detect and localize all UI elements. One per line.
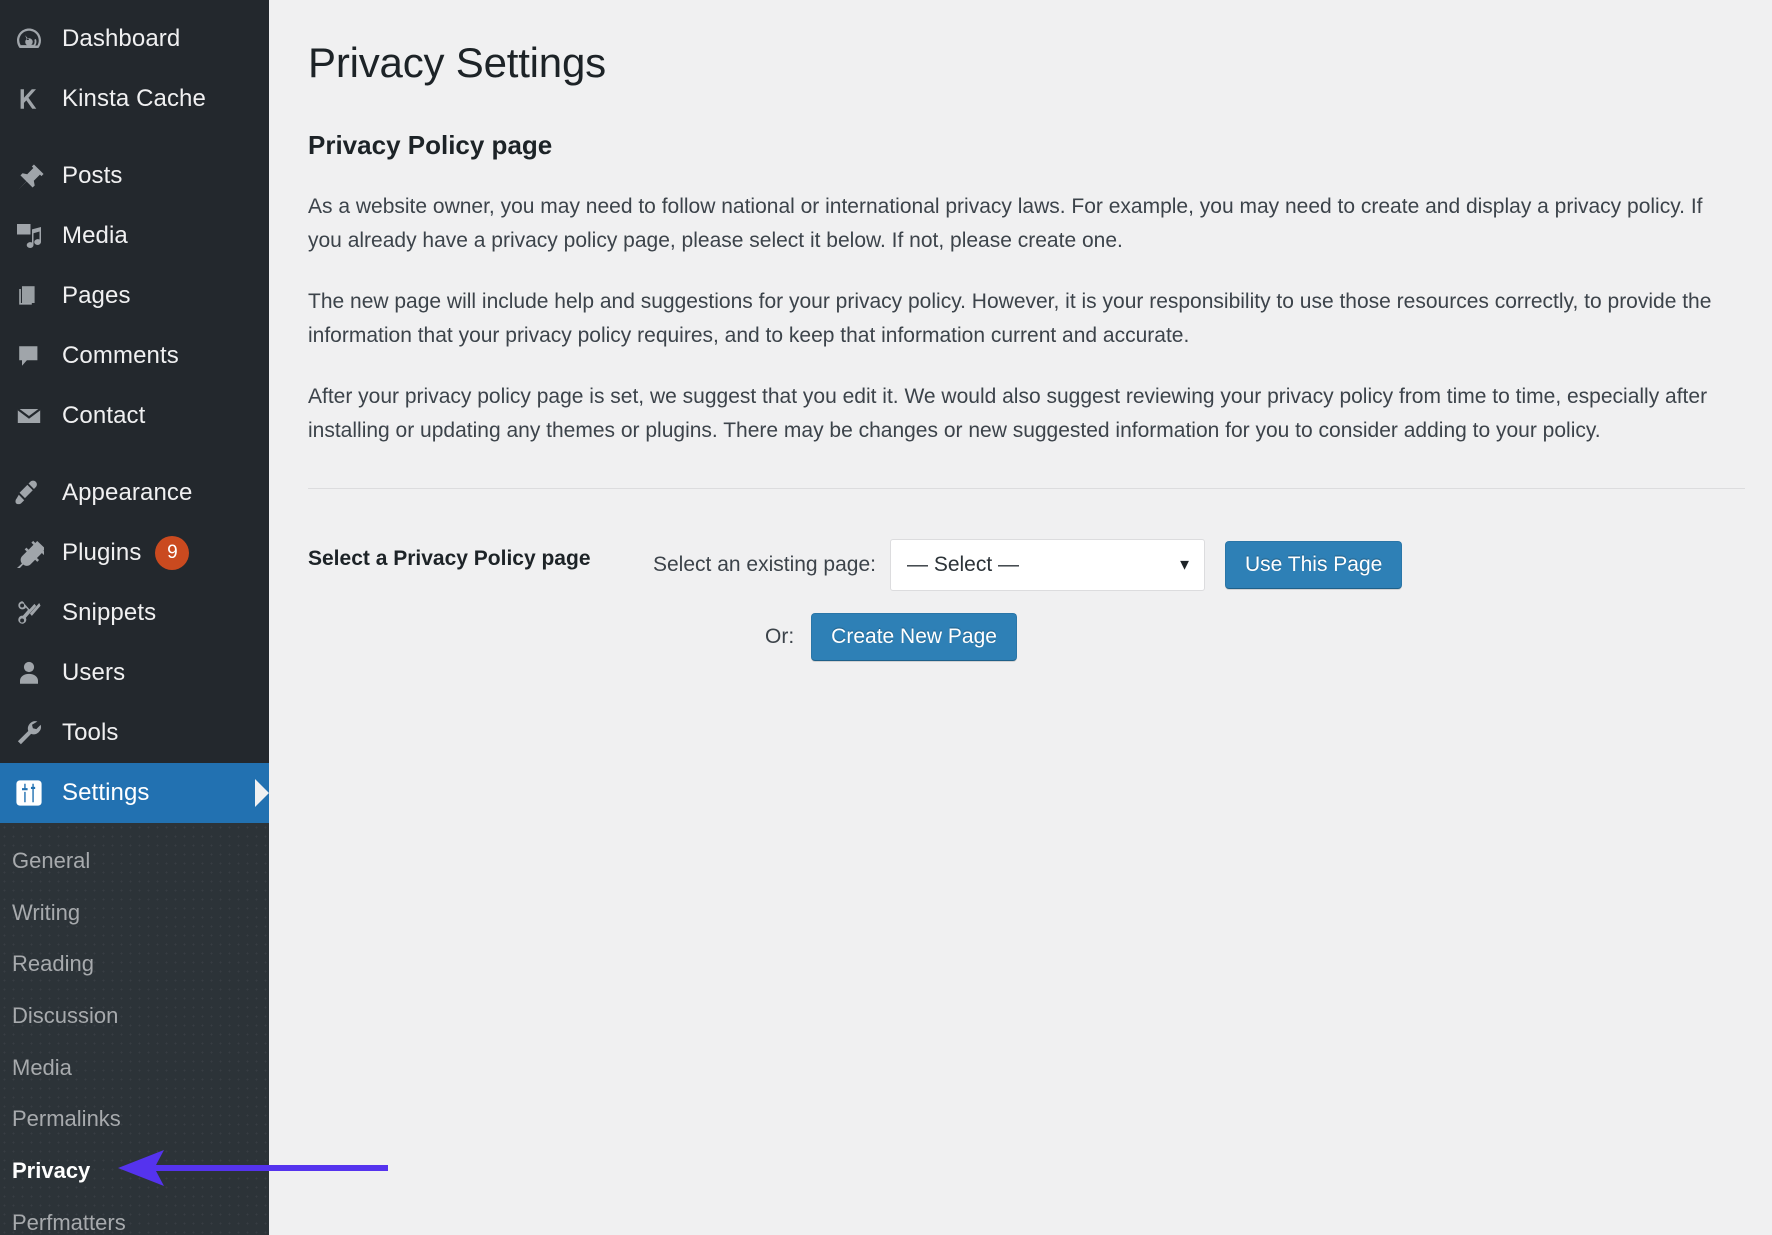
pages-icon bbox=[12, 279, 46, 313]
sidebar-item-comments[interactable]: Comments bbox=[0, 326, 269, 386]
sidebar-item-label: Comments bbox=[62, 342, 179, 370]
settings-submenu: General Writing Reading Discussion Media… bbox=[0, 823, 269, 1235]
scissors-icon bbox=[12, 596, 46, 630]
sidebar-item-label: Users bbox=[62, 659, 125, 687]
sidebar-item-pages[interactable]: Pages bbox=[0, 266, 269, 326]
sidebar-item-label: Plugins bbox=[62, 539, 141, 567]
envelope-icon bbox=[12, 399, 46, 433]
sidebar-item-label: Kinsta Cache bbox=[62, 85, 206, 113]
privacy-policy-form-table: Select a Privacy Policy page Select an e… bbox=[308, 519, 1745, 681]
sidebar-item-label: Media bbox=[62, 222, 128, 250]
form-row-fields: Select an existing page: — Select — ▼ Us… bbox=[653, 519, 1745, 681]
create-page-row: Or: Create New Page bbox=[653, 613, 1735, 661]
sidebar-item-posts[interactable]: Posts bbox=[0, 146, 269, 206]
sidebar-item-label: Settings bbox=[62, 779, 150, 807]
user-icon bbox=[12, 656, 46, 690]
section-title-privacy-policy-page: Privacy Policy page bbox=[308, 127, 1745, 163]
intro-paragraph-1: As a website owner, you may need to foll… bbox=[308, 190, 1728, 258]
sliders-icon bbox=[12, 776, 46, 810]
page-title: Privacy Settings bbox=[308, 22, 1745, 105]
privacy-settings-wrap: Privacy Settings Privacy Policy page As … bbox=[269, 0, 1769, 681]
dashboard-icon bbox=[12, 22, 46, 56]
sidebar-item-kinsta-cache[interactable]: Kinsta Cache bbox=[0, 69, 269, 129]
media-icon bbox=[12, 219, 46, 253]
sidebar-item-dashboard[interactable]: Dashboard bbox=[0, 9, 269, 69]
kinsta-k-icon bbox=[12, 82, 46, 116]
sidebar-item-tools[interactable]: Tools bbox=[0, 703, 269, 763]
sidebar-item-label: Snippets bbox=[62, 599, 156, 627]
wordpress-admin-screen: Dashboard Kinsta Cache Posts Media bbox=[0, 0, 1772, 1235]
sidebar-item-snippets[interactable]: Snippets bbox=[0, 583, 269, 643]
admin-sidebar-menu: Dashboard Kinsta Cache Posts Media bbox=[0, 0, 269, 1235]
main-content-area: Privacy Settings Privacy Policy page As … bbox=[269, 0, 1772, 1235]
sidebar-item-contact[interactable]: Contact bbox=[0, 386, 269, 446]
form-row-label: Select a Privacy Policy page bbox=[308, 519, 653, 681]
sidebar-item-label: Posts bbox=[62, 162, 123, 190]
or-label: Or: bbox=[653, 625, 794, 649]
submenu-item-reading[interactable]: Reading bbox=[0, 938, 269, 990]
use-this-page-button[interactable]: Use This Page bbox=[1225, 541, 1402, 589]
submenu-item-general[interactable]: General bbox=[0, 835, 269, 887]
existing-page-select-value: — Select — bbox=[907, 553, 1019, 577]
submenu-item-permalinks[interactable]: Permalinks bbox=[0, 1093, 269, 1145]
sidebar-item-label: Pages bbox=[62, 282, 131, 310]
sidebar-item-users[interactable]: Users bbox=[0, 643, 269, 703]
existing-page-select[interactable]: — Select — ▼ bbox=[890, 539, 1205, 591]
wrench-icon bbox=[12, 716, 46, 750]
plug-icon bbox=[12, 536, 46, 570]
intro-paragraph-2: The new page will include help and sugge… bbox=[308, 285, 1728, 353]
menu-separator bbox=[0, 129, 269, 146]
intro-paragraph-3: After your privacy policy page is set, w… bbox=[308, 380, 1728, 448]
sidebar-item-settings[interactable]: Settings bbox=[0, 763, 269, 823]
existing-page-row: Select an existing page: — Select — ▼ Us… bbox=[653, 539, 1735, 591]
submenu-item-discussion[interactable]: Discussion bbox=[0, 990, 269, 1042]
select-privacy-policy-page-row: Select a Privacy Policy page Select an e… bbox=[308, 519, 1745, 681]
select-existing-page-label: Select an existing page: bbox=[653, 553, 876, 577]
sidebar-item-media[interactable]: Media bbox=[0, 206, 269, 266]
section-divider bbox=[308, 488, 1745, 489]
submenu-item-perfmatters[interactable]: Perfmatters bbox=[0, 1197, 269, 1235]
sidebar-item-label: Contact bbox=[62, 402, 145, 430]
submenu-item-privacy[interactable]: Privacy bbox=[0, 1145, 269, 1197]
paintbrush-icon bbox=[12, 476, 46, 510]
comment-bubble-icon bbox=[12, 339, 46, 373]
pin-icon bbox=[12, 159, 46, 193]
sidebar-item-label: Dashboard bbox=[62, 25, 180, 53]
submenu-item-writing[interactable]: Writing bbox=[0, 887, 269, 939]
submenu-item-media[interactable]: Media bbox=[0, 1042, 269, 1094]
plugins-update-badge: 9 bbox=[155, 536, 189, 570]
sidebar-item-appearance[interactable]: Appearance bbox=[0, 463, 269, 523]
sidebar-item-label: Tools bbox=[62, 719, 119, 747]
sidebar-item-label: Appearance bbox=[62, 479, 192, 507]
chevron-down-icon: ▼ bbox=[1177, 558, 1192, 573]
menu-separator bbox=[0, 446, 269, 463]
sidebar-item-plugins[interactable]: Plugins 9 bbox=[0, 523, 269, 583]
create-new-page-button[interactable]: Create New Page bbox=[811, 613, 1017, 661]
